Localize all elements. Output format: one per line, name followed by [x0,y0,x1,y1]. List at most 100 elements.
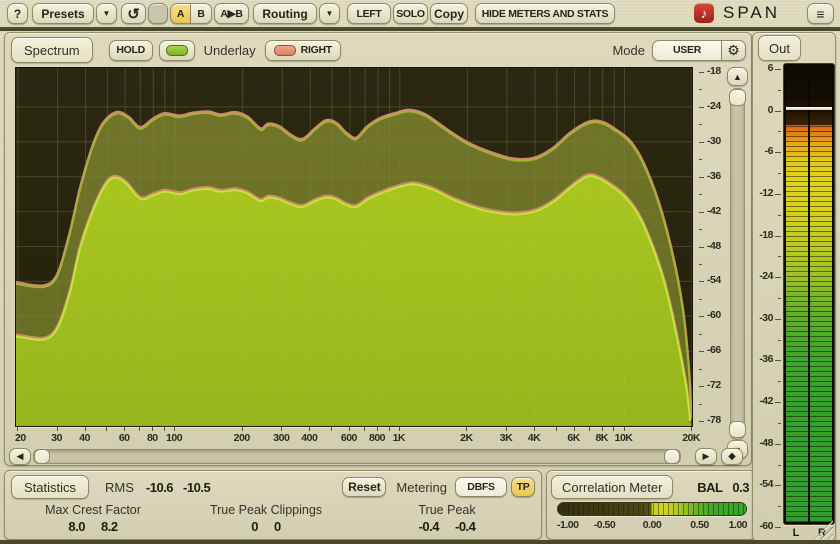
hscroll-thumb-right[interactable] [664,449,680,464]
out-scale-tick [775,277,781,278]
freq-tick [556,427,557,431]
db-tick [699,72,704,73]
underlay-right-button[interactable]: RIGHT [265,40,341,61]
tab-statistics[interactable]: Statistics [11,475,89,499]
level-bar-right-unlit [810,66,832,125]
hold-button[interactable]: HOLD [109,40,153,61]
statistics-header: Statistics RMS -10.6 -10.5 Reset Meterin… [11,475,535,499]
out-scale-minor-tick [778,506,781,507]
correlation-scale-label: -0.50 [594,519,615,531]
freq-tick-label: 300 [273,432,289,444]
statistics-panel: Statistics RMS -10.6 -10.5 Reset Meterin… [4,470,542,540]
freq-tick [602,427,603,431]
mode-label: Mode [612,43,645,58]
presets-button[interactable]: Presets [32,3,94,24]
spectrum-plot[interactable] [15,67,693,427]
freq-tick [364,427,365,431]
out-scale-tick [775,527,781,528]
channel-left-button[interactable]: LEFT [347,3,391,24]
freq-tick-label: 2K [460,432,472,444]
vscroll-thumb-bottom[interactable] [729,421,746,438]
green-swatch [166,45,188,56]
stat-true-peak: True Peak -0.4-0.4 [351,503,543,534]
copy-button[interactable]: Copy [430,3,468,24]
out-scale-minor-tick [778,90,781,91]
hscroll-thumb-left[interactable] [34,449,50,464]
bal-value: 0.3 [732,480,749,495]
stat-max-crest-factor: Max Crest Factor 8.08.2 [5,503,181,534]
out-scale-tick [775,360,781,361]
tab-out[interactable]: Out [758,35,801,61]
current-spectrum-fill [16,176,692,426]
routing-dropdown-icon[interactable]: ▼ [319,3,340,24]
freq-tick [281,427,282,431]
underlay-label: Underlay [204,43,256,58]
db-tick [699,212,704,213]
db-tick [699,142,704,143]
preset-b-button[interactable]: B [191,3,212,24]
spectrum-color-button[interactable] [159,40,195,61]
db-tick [699,247,704,248]
freq-tick [164,427,165,431]
freq-tick [613,427,614,431]
stat-value-left: -0.4 [419,519,439,534]
out-scale-label: -12 [759,187,773,199]
db-minor-tick [699,229,702,230]
freq-tick [85,427,86,431]
correlation-scale-label: -1.00 [557,519,578,531]
out-scale-label: -30 [759,312,773,324]
routing-button[interactable]: Routing [253,3,317,24]
freq-tick-label: 8K [595,432,607,444]
reset-button[interactable]: Reset [342,477,386,497]
correlation-scale-label: 0.00 [643,519,661,531]
freq-tick-label: 20K [682,432,700,444]
vertical-scrollbar: ▲ ▼ [727,67,748,445]
undo-icon[interactable]: ↺ [121,3,146,24]
vscroll-trough[interactable] [730,88,745,440]
db-minor-tick [699,334,702,335]
dbfs-button[interactable]: DBFS [455,477,507,497]
freq-tick-label: 1K [393,432,405,444]
span-plugin-window: ? Presets ▼ ↺ A B A▶B Routing ▼ LEFT SOL… [0,0,840,544]
scroll-left-icon[interactable]: ◀ [9,448,31,465]
stat-value-left: 0 [251,519,258,534]
preset-a-button[interactable]: A [170,3,191,24]
out-scale-minor-tick [778,340,781,341]
out-scale-minor-tick [778,465,781,466]
correlation-header: Correlation Meter BAL 0.3 [551,475,749,499]
freq-tick-label: 4K [528,432,540,444]
vscroll-thumb-top[interactable] [729,89,746,106]
out-scale-tick [775,319,781,320]
rms-left-value: -10.6 [146,480,173,495]
mode-value-button[interactable]: USER [652,40,722,61]
db-minor-tick [699,194,702,195]
db-tick-label: -60 [707,309,721,321]
out-scale-label: -54 [759,478,773,490]
db-tick-label: -72 [707,379,721,391]
freq-tick [106,427,107,431]
scroll-up-icon[interactable]: ▲ [727,67,748,86]
ab-color-swatch[interactable] [148,3,168,24]
help-button[interactable]: ? [7,3,28,24]
tp-button[interactable]: TP [511,477,535,497]
a-to-b-button[interactable]: A▶B [214,3,249,24]
freq-tick [349,427,350,431]
scroll-right-icon[interactable]: ▶ [695,448,717,465]
stat-value-right: 0 [274,519,281,534]
level-bar-left [786,66,808,522]
hide-meters-button[interactable]: HIDE METERS AND STATS [475,3,615,24]
hscroll-trough[interactable] [33,449,681,464]
out-scale-tick [775,111,781,112]
menu-icon[interactable]: ≡ [807,3,834,24]
out-scale-label: 0 [768,104,773,116]
db-tick-label: -78 [707,414,721,426]
diamond-icon[interactable]: ◆ [721,448,743,465]
db-minor-tick [699,369,702,370]
tab-spectrum[interactable]: Spectrum [11,37,93,63]
db-tick-label: -66 [707,344,721,356]
gear-icon[interactable]: ⚙ [722,40,746,61]
channel-label-left: L [793,527,799,539]
solo-button[interactable]: SOLO [393,3,428,24]
tab-correlation-meter[interactable]: Correlation Meter [551,475,673,499]
presets-dropdown-icon[interactable]: ▼ [96,3,117,24]
